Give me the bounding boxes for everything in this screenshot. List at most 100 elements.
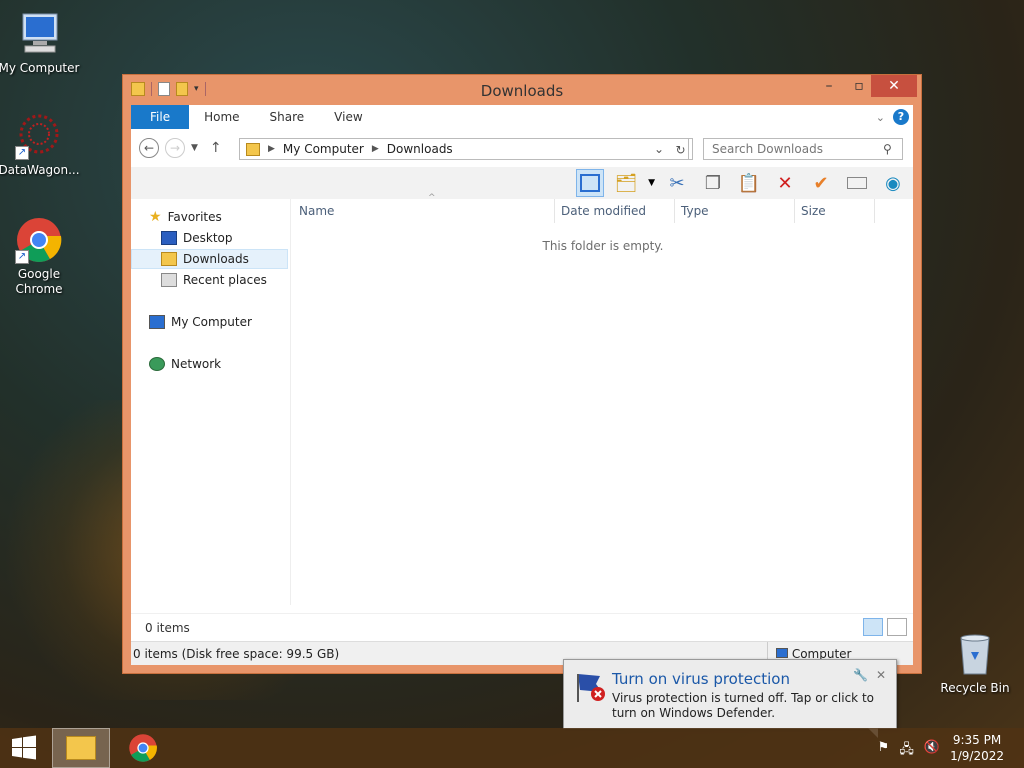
preview-pane-button[interactable] [576,169,605,197]
column-header-date-modified[interactable]: Date modified [555,199,675,223]
clipboard-icon: 📋 [737,172,761,194]
action-center-flag-icon[interactable]: ⚑ [878,740,890,762]
expand-ribbon-icon[interactable]: ⌄ [876,111,885,124]
taskbar: ⚑ 🖧 🔇 9:35 PM 1/9/2022 [0,728,1024,768]
minimize-button[interactable]: – [813,75,845,97]
desktop-icon-recycle-bin[interactable]: Recycle Bin [933,630,1017,696]
window-title: Downloads [480,82,564,100]
tab-file[interactable]: File [131,105,190,129]
explorer-content: ← → ▼ ↑ ▶ My Computer ▶ Downloads ⌄ ↻ Se… [131,129,913,666]
delete-button[interactable]: ✕ [771,169,799,197]
search-icon: ⚲ [883,142,892,156]
item-count: 0 items [145,621,190,635]
desktop-icon [161,231,177,245]
globe-icon: ◉ [885,172,901,194]
cut-button[interactable]: ✂ [663,169,691,197]
column-header-name[interactable]: Name [293,199,555,223]
command-toolbar: 🗂 ▼ ✂ ❐ 📋 ✕ ✔ ◉ [131,167,913,199]
chrome-icon: ↗ [15,216,63,264]
downloads-folder-icon [246,142,260,156]
desktop-icon-label: DataWagon... [0,163,80,177]
sidebar-item-label: Desktop [183,231,233,245]
checklist-icon: 🗂 [614,172,638,194]
computer-icon [15,10,63,58]
large-icons-view-button[interactable] [887,618,907,636]
sidebar-item-label: Favorites [167,210,222,224]
sidebar-item-favorites[interactable]: ★ Favorites [149,207,222,227]
star-icon: ★ [149,209,162,225]
datawagon-icon: ↗ [15,112,63,160]
volume-muted-icon[interactable]: 🔇 [924,740,940,762]
network-icon [149,357,165,371]
taskbar-google-chrome[interactable] [116,728,170,768]
address-bar[interactable]: ▶ My Computer ▶ Downloads ⌄ [239,138,689,160]
taskbar-file-explorer[interactable] [52,728,110,768]
desktop-icon-label: My Computer [0,61,80,75]
computer-icon [149,315,165,329]
rename-button[interactable] [843,169,871,197]
select-button[interactable]: ✔ [807,169,835,197]
close-icon[interactable]: ✕ [876,668,886,682]
breadcrumb-my-computer[interactable]: My Computer [283,142,364,156]
checkmark-icon: ✔ [813,172,829,194]
desktop-icon-datawagon[interactable]: ↗ DataWagon... [0,112,81,178]
search-input[interactable]: Search Downloads [703,138,903,160]
column-header-size[interactable]: Size [795,199,875,223]
action-center-flag-icon [574,670,608,704]
desktop-icon-my-computer[interactable]: My Computer [0,10,81,76]
tab-home[interactable]: Home [189,105,254,129]
network-button[interactable]: ◉ [879,169,907,197]
properties-button[interactable]: 🗂 [612,169,640,197]
desktop-icon-google-chrome[interactable]: ↗ Google Chrome [0,216,81,297]
ribbon-tabs: File Home Share View ⌄ ? [131,105,913,129]
address-dropdown-icon[interactable]: ⌄ [654,142,664,156]
close-button[interactable]: ✕ [871,75,917,97]
shortcut-arrow-icon: ↗ [15,250,29,264]
clock-time: 9:35 PM [952,733,1002,747]
virus-protection-notification[interactable]: Turn on virus protection Virus protectio… [563,659,897,738]
forward-button[interactable]: → [165,138,185,158]
item-count-bar: 0 items [131,613,913,641]
sidebar-item-network[interactable]: Network [149,354,221,374]
clock-date: 1/9/2022 [950,749,1004,763]
layout-icon [580,174,601,192]
file-explorer-icon [66,736,96,760]
tab-view[interactable]: View [319,105,377,129]
dropdown-arrow-icon[interactable]: ▼ [648,178,655,188]
back-button[interactable]: ← [139,138,159,158]
help-icon[interactable]: ? [893,109,909,125]
refresh-button[interactable]: ↻ [669,138,693,160]
navigation-pane: ★ Favorites Desktop Downloads Recent pla… [131,199,291,605]
recent-locations-icon[interactable]: ▼ [191,143,198,153]
breadcrumb-downloads[interactable]: Downloads [387,142,453,156]
start-button[interactable] [0,728,48,768]
explorer-window: ▾ Downloads – ▫ ✕ File Home Share View ⌄… [122,74,922,674]
windows-logo-icon [12,735,36,760]
system-tray: ⚑ 🖧 🔇 [878,740,940,762]
sidebar-item-downloads[interactable]: Downloads [131,249,288,269]
sidebar-item-recent-places[interactable]: Recent places [161,270,267,290]
sidebar-item-desktop[interactable]: Desktop [161,228,233,248]
details-view-button[interactable] [863,618,883,636]
downloads-folder-icon [161,252,177,266]
taskbar-clock[interactable]: 9:35 PM 1/9/2022 [950,732,1004,764]
sidebar-item-label: Network [171,357,222,371]
chrome-icon [129,734,157,762]
view-toggle [863,618,907,636]
paste-button[interactable]: 📋 [735,169,763,197]
sidebar-item-label: Downloads [183,252,249,266]
notification-controls: 🔧 ✕ [853,668,886,682]
notification-body: Virus protection is turned off. Tap or c… [612,691,874,720]
title-bar[interactable]: ▾ Downloads – ▫ ✕ [123,75,921,105]
delete-icon: ✕ [777,172,793,194]
up-button[interactable]: ↑ [210,140,222,156]
shortcut-arrow-icon: ↗ [15,146,29,160]
copy-button[interactable]: ❐ [699,169,727,197]
sidebar-item-my-computer[interactable]: My Computer [149,312,252,332]
chevron-right-icon: ▶ [268,144,275,154]
settings-wrench-icon[interactable]: 🔧 [853,668,868,682]
column-header-type[interactable]: Type [675,199,795,223]
tab-share[interactable]: Share [255,105,320,129]
network-icon[interactable]: 🖧 [899,740,914,762]
recycle-bin-icon [951,630,999,678]
